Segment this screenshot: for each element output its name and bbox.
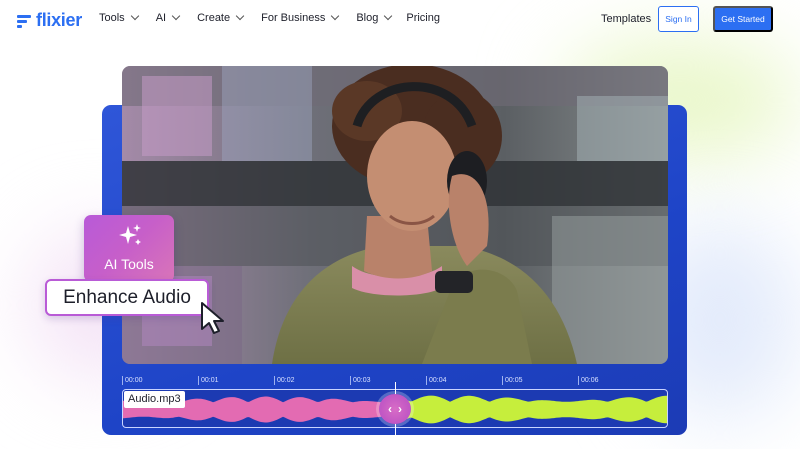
flixier-logo[interactable]: flixier	[17, 10, 82, 31]
templates-link[interactable]: Templates	[601, 13, 651, 25]
audio-file-label: Audio.mp3	[124, 391, 185, 408]
timeline-tick: 00:00	[122, 376, 143, 385]
chevron-right-icon: ›	[398, 402, 402, 416]
chevron-down-icon	[171, 11, 181, 21]
timeline-tick: 00:03	[350, 376, 371, 385]
chevron-down-icon	[331, 11, 340, 21]
ai-tools-card[interactable]: AI Tools	[84, 215, 174, 282]
nav-item-ai[interactable]: AI	[155, 11, 181, 24]
sign-in-button[interactable]: Sign In	[658, 6, 699, 32]
nav-item-label: For Business	[261, 12, 326, 24]
nav-item-blog[interactable]: Blog	[356, 11, 393, 24]
compare-slider-handle[interactable]: ‹ ›	[379, 394, 411, 424]
chevron-down-icon	[235, 11, 245, 21]
nav-item-tools[interactable]: Tools	[99, 11, 139, 24]
chevron-left-icon: ‹	[388, 402, 392, 416]
nav-item-for-business[interactable]: For Business	[261, 11, 340, 24]
top-navigation: flixier Tools AI Create For Business Blo…	[0, 0, 800, 40]
sparkles-icon	[119, 224, 141, 245]
nav-item-pricing[interactable]: Pricing	[406, 12, 440, 24]
nav-item-label: Tools	[99, 12, 125, 24]
chevron-down-icon	[384, 11, 393, 21]
mouse-cursor-icon	[201, 302, 224, 334]
nav-menu: Tools AI Create For Business Blog Pricin…	[99, 11, 440, 24]
original-audio-wave	[396, 395, 667, 424]
get-started-button[interactable]: Get Started	[713, 6, 773, 32]
timeline-tick: 00:05	[502, 376, 523, 385]
brand-name: flixier	[36, 10, 82, 30]
timeline-tick: 00:01	[198, 376, 219, 385]
nav-item-label: AI	[155, 12, 167, 24]
timeline-tick: 00:04	[426, 376, 447, 385]
chevron-down-icon	[130, 11, 139, 21]
nav-item-label: Create	[197, 12, 231, 24]
timeline-tick: 00:06	[578, 376, 599, 385]
nav-item-label: Pricing	[406, 12, 440, 24]
ai-tools-label: AI Tools	[104, 256, 154, 272]
flixier-logo-icon	[17, 14, 31, 28]
timeline-tick: 00:02	[274, 376, 295, 385]
nav-item-create[interactable]: Create	[197, 11, 245, 24]
enhance-audio-button[interactable]: Enhance Audio	[45, 279, 209, 316]
nav-item-label: Blog	[356, 12, 379, 24]
